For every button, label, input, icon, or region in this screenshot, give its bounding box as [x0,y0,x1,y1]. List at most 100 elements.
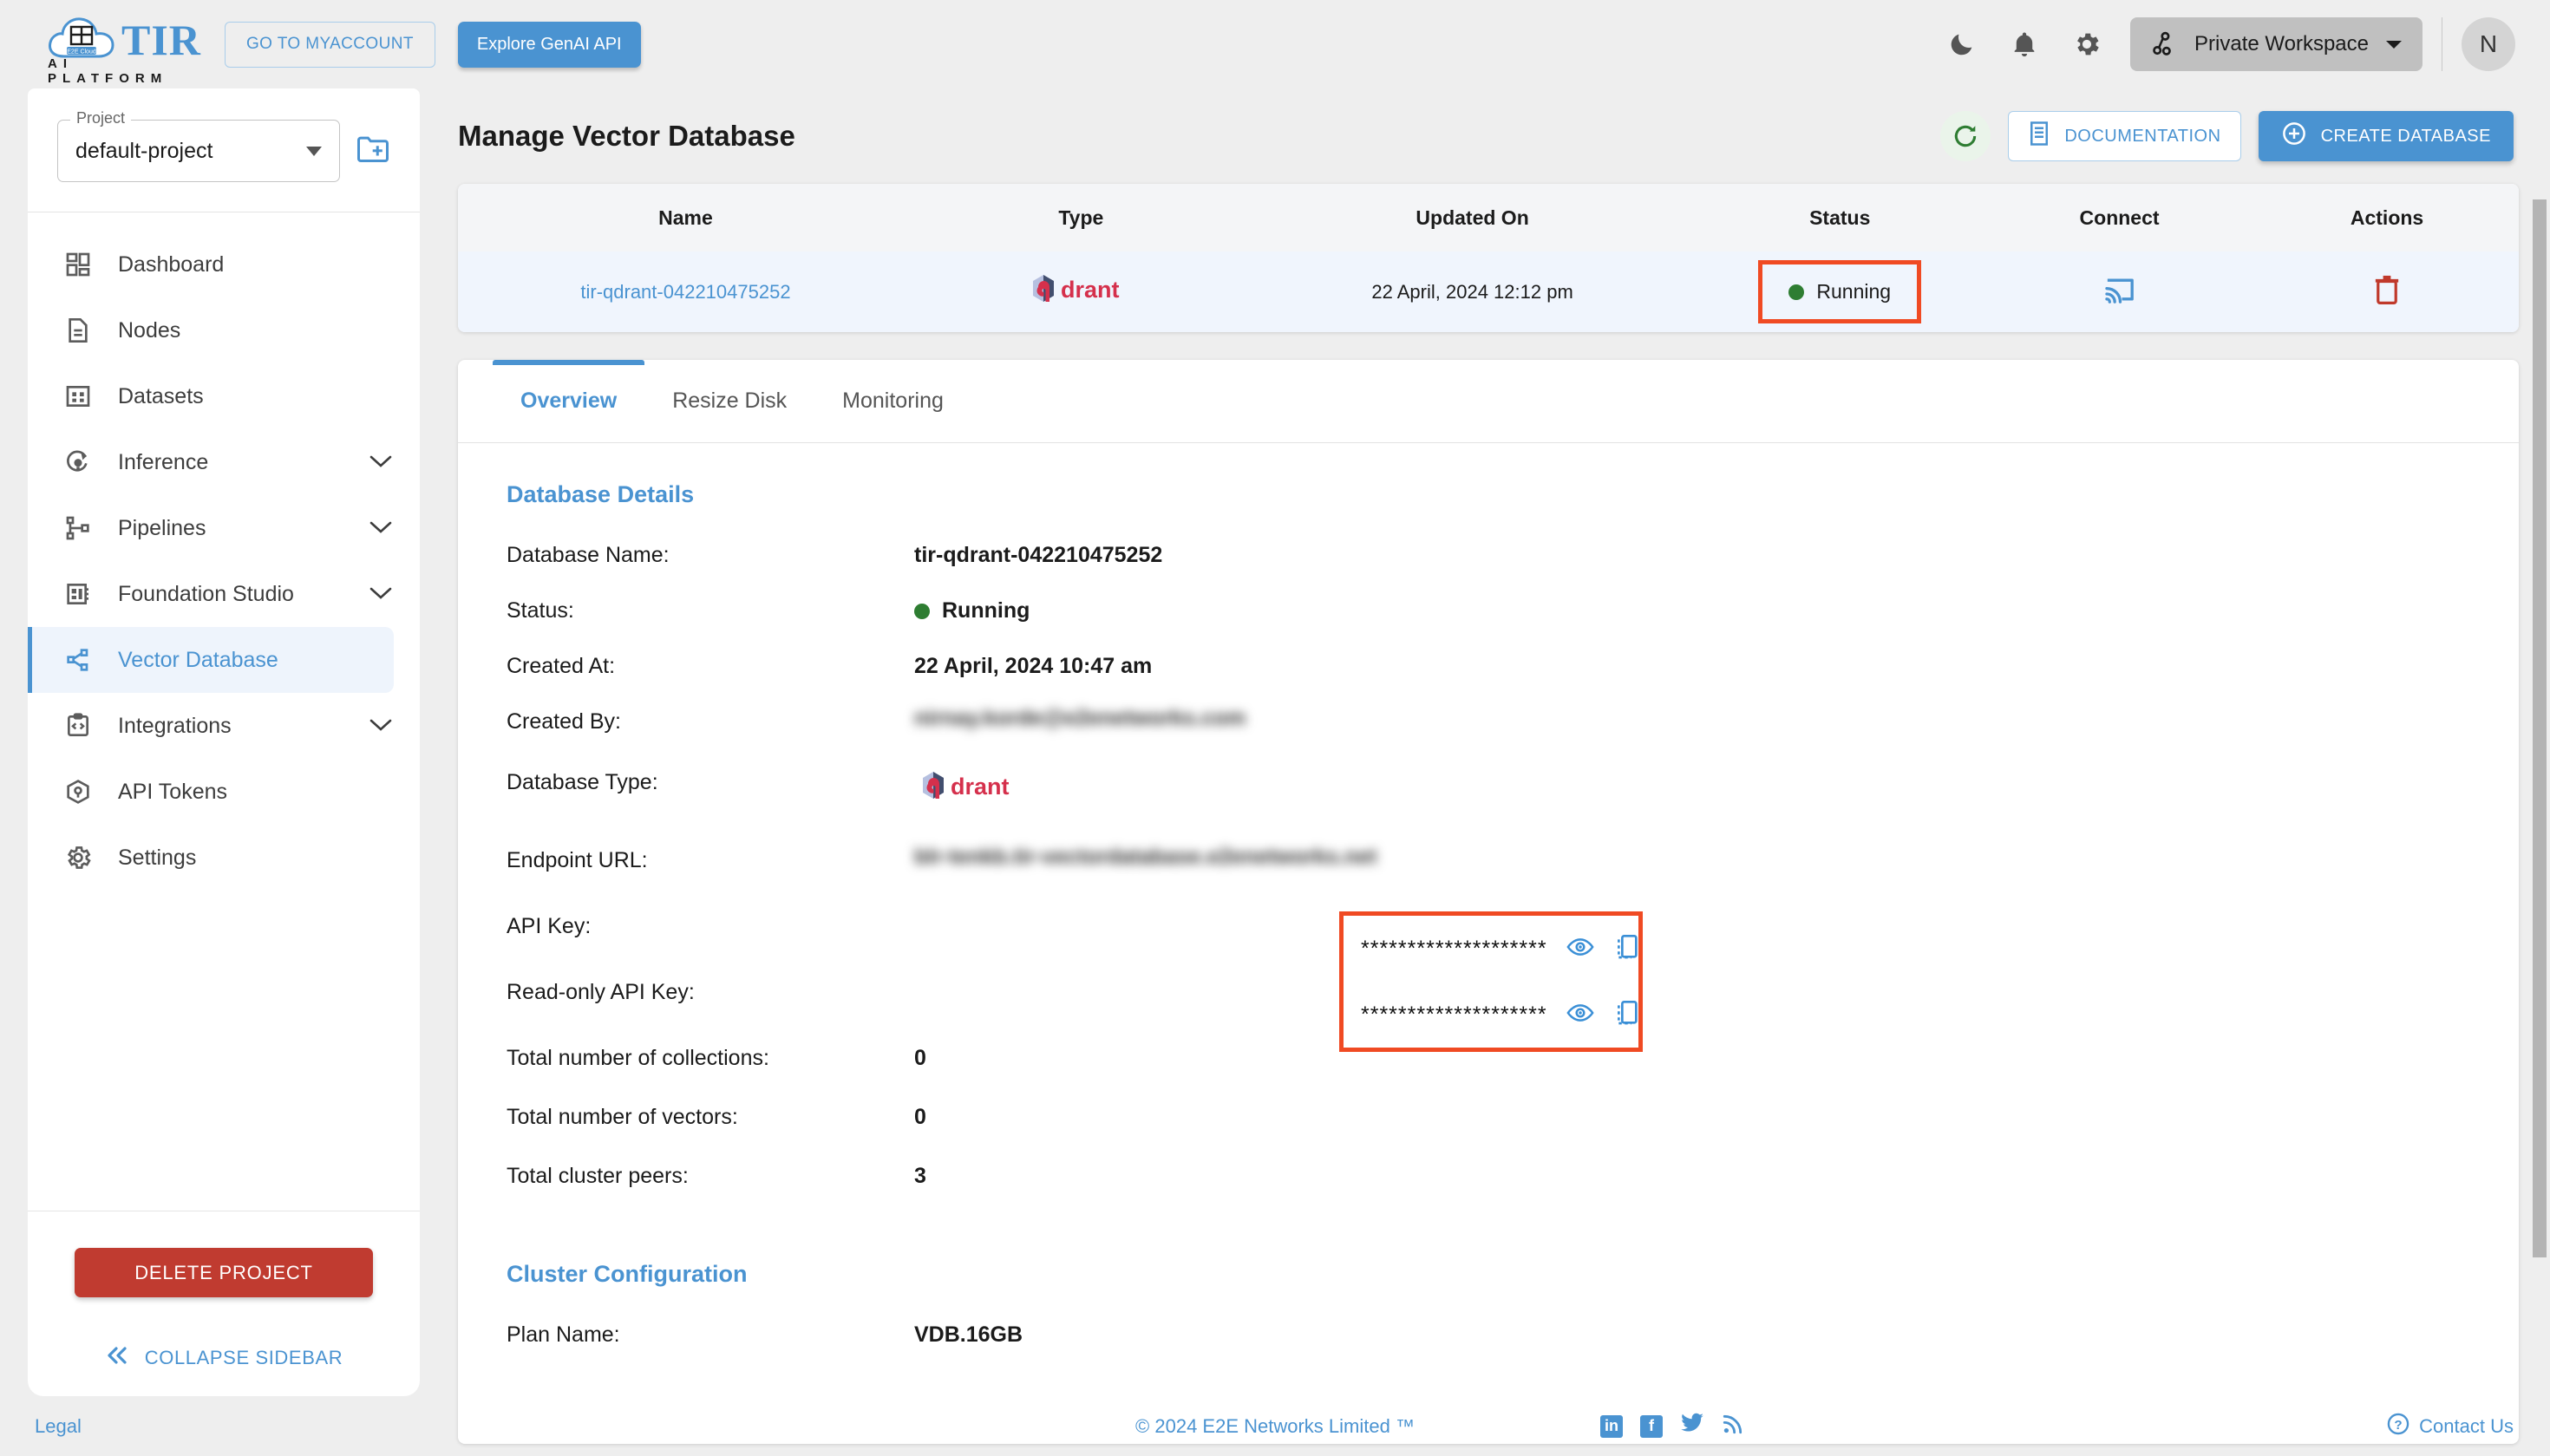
detail-label: Created At: [507,654,616,678]
detail-label: API Key: [507,914,592,938]
brand-logo-group: E2E Cloud TIR AI PLATFORM [45,13,200,86]
copy-icon[interactable] [1613,933,1639,965]
bell-icon[interactable] [1993,18,2056,70]
status-dot-icon [1788,284,1805,300]
grid-icon [64,382,102,410]
detail-value-redacted: blr-tenkb.tir-vectordatabase.e2enetworks… [914,845,1377,869]
project-select-value: default-project [75,138,213,163]
sidebar-item-label: API Tokens [118,779,228,804]
sidebar-item-datasets[interactable]: Datasets [28,363,420,429]
scrollbar-track[interactable] [2531,88,2550,1396]
status-label: Running [942,598,1030,623]
scrollbar-thumb[interactable] [2533,199,2547,1257]
detail-row-database-type: Database Type: drant [507,767,2519,845]
ai-platform-subtitle: AI PLATFORM [48,56,168,86]
trash-icon[interactable] [2372,273,2402,310]
tir-logo: E2E Cloud TIR AI PLATFORM [45,13,200,86]
sidebar-item-label: Nodes [118,317,181,343]
refresh-icon[interactable] [1940,111,1991,161]
delete-project-button[interactable]: DELETE PROJECT [75,1248,373,1297]
studio-icon [64,580,102,608]
copyright-label: © 2024 E2E Networks Limited ™ [1135,1414,1415,1437]
tab-resize-disk[interactable]: Resize Disk [644,360,814,443]
sidebar-item-settings[interactable]: Settings [28,825,420,891]
svg-text:drant: drant [1061,277,1120,303]
column-header-updated: Updated On [1416,206,1529,229]
sidebar-item-api-tokens[interactable]: API Tokens [28,759,420,825]
facebook-icon[interactable]: f [1640,1414,1663,1438]
linkedin-icon[interactable]: in [1600,1414,1623,1438]
detail-row-created-by: Created By: nirnay.korde@e2enetworks.com [507,706,2519,767]
sidebar-item-integrations[interactable]: Integrations [28,693,420,759]
sidebar-item-dashboard[interactable]: Dashboard [28,232,420,297]
sidebar-item-inference[interactable]: Inference [28,429,420,495]
svg-text:drant: drant [951,774,1010,800]
sidebar-item-vector-database[interactable]: Vector Database [28,627,394,693]
detail-label: Database Type: [507,770,658,794]
copy-icon[interactable] [1613,999,1639,1031]
sidebar-item-foundation-studio[interactable]: Foundation Studio [28,561,420,627]
detail-value-redacted: nirnay.korde@e2enetworks.com [914,706,1246,730]
twitter-icon[interactable] [1680,1413,1704,1440]
status-label: Running [1816,280,1892,303]
readonly-api-key-row: ******************** [1344,982,1638,1048]
database-type-logo: drant [913,251,1249,332]
chevron-down-icon [368,450,394,475]
contact-us-link[interactable]: ? Contact Us [2386,1412,2514,1441]
new-folder-icon[interactable] [356,134,390,169]
sidebar-item-label: Dashboard [118,251,225,277]
detail-value: VDB.16GB [914,1322,1023,1347]
explore-genai-api-button[interactable]: Explore GenAI API [457,21,641,68]
gear-icon[interactable] [2056,18,2118,70]
legal-link[interactable]: Legal [35,1415,82,1438]
chevron-down-icon [368,582,394,607]
avatar[interactable]: N [2462,17,2515,71]
tab-monitoring[interactable]: Monitoring [814,360,971,443]
project-select[interactable]: Project default-project [57,109,340,182]
detail-row-status: Status: Running [507,595,2519,650]
column-header-type: Type [1058,206,1104,229]
topbar-right-group: Private Workspace N [1931,17,2515,71]
cast-connect-icon[interactable] [2102,272,2137,311]
pipelines-icon [64,514,102,542]
create-database-label: CREATE DATABASE [2320,126,2491,146]
column-header-status: Status [1809,206,1871,229]
sidebar-footer: DELETE PROJECT COLLAPSE SIDEBAR [28,1211,420,1396]
copyright-text: © 2024 E2E Networks Limited ™ [0,1415,2550,1438]
go-to-myaccount-button[interactable]: GO TO MYACCOUNT [225,21,435,68]
sidebar-item-label: Foundation Studio [118,581,294,606]
sidebar-nav: Dashboard Nodes Datasets Inference Pipel… [28,212,420,1211]
document-icon [64,317,102,344]
eye-icon[interactable] [1566,936,1594,963]
chevron-down-icon [306,146,322,156]
detail-row-created-at: Created At: 22 April, 2024 10:47 am [507,650,2519,706]
moon-icon[interactable] [1931,18,1993,70]
rss-icon[interactable] [1722,1413,1744,1440]
page-header-actions: DOCUMENTATION CREATE DATABASE [1940,111,2514,161]
book-icon [2028,121,2050,152]
detail-label: Total cluster peers: [507,1164,689,1188]
detail-label: Plan Name: [507,1322,620,1347]
tab-overview[interactable]: Overview [493,360,645,443]
page-footer: Legal © 2024 E2E Networks Limited ™ in f… [0,1396,2550,1456]
chevron-down-icon [368,714,394,739]
sidebar: Project default-project Dashboard Nodes … [28,88,420,1396]
detail-value: 22 April, 2024 10:47 am [914,654,1153,678]
create-database-button[interactable]: CREATE DATABASE [2258,111,2514,161]
workspace-selector[interactable]: Private Workspace [2130,17,2422,71]
database-name-link[interactable]: tir-qdrant-042210475252 [580,281,790,304]
detail-label: Created By: [507,709,622,734]
sidebar-item-nodes[interactable]: Nodes [28,297,420,363]
detail-value: Running [914,595,1030,624]
eye-icon[interactable] [1566,1002,1594,1028]
svg-text:E2E Cloud: E2E Cloud [67,49,96,55]
table-row: tir-qdrant-042210475252 drant 22 April, … [458,251,2519,332]
sidebar-item-pipelines[interactable]: Pipelines [28,495,420,561]
detail-row-endpoint-url: Endpoint URL: blr-tenkb.tir-vectordataba… [507,845,2519,911]
chevron-down-icon [368,516,394,541]
collapse-sidebar-button[interactable]: COLLAPSE SIDEBAR [28,1346,420,1370]
main-content: Manage Vector Database DOCUMENTATION CRE… [420,88,2550,1444]
documentation-button[interactable]: DOCUMENTATION [2008,111,2241,161]
sidebar-item-label: Settings [118,845,197,870]
status-dot-icon [914,603,930,619]
